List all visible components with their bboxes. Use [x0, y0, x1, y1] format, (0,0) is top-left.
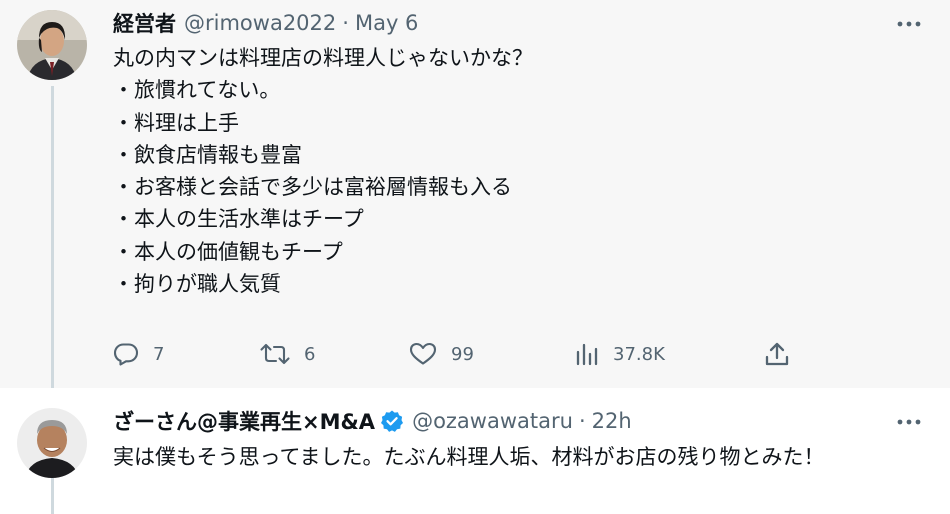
display-name[interactable]: ざーさん@事業再生×M&A [113, 406, 375, 436]
display-name[interactable]: 経営者 [113, 8, 176, 38]
tweet-text-line: ・旅慣れてない。 [113, 78, 281, 103]
avatar-ozawawataru[interactable] [17, 408, 87, 478]
views-count: 37.8K [613, 343, 665, 365]
tweet-text-line: ・本人の価値観もチープ [113, 239, 343, 264]
tweet-text: 丸の内マンは料理店の料理人じゃないかな？ ・旅慣れてない。 ・料理は上手 ・飲食… [113, 42, 913, 300]
views-icon [576, 343, 598, 366]
tweet-header: ざーさん@事業再生×M&A @ozawawataru · 22h [113, 406, 632, 436]
tweet-text-line: ・拘りが職人気質 [113, 272, 281, 297]
avatar-keieisha[interactable] [17, 10, 87, 80]
share-button[interactable] [764, 336, 790, 372]
reply-count: 7 [153, 343, 165, 365]
avatar-photo [17, 10, 87, 80]
more-icon [897, 21, 921, 27]
more-button[interactable] [894, 14, 924, 34]
separator-dot: · [342, 11, 349, 35]
thread-connector-line [51, 86, 54, 388]
user-handle[interactable]: @rimowa2022 [184, 11, 336, 35]
tweet-header: 経営者 @rimowa2022 · May 6 [113, 8, 418, 38]
tweet-text-line: ・飲食店情報も豊富 [113, 142, 302, 167]
tweet-text-line: ・料理は上手 [113, 110, 239, 135]
like-count: 99 [451, 343, 474, 365]
reply-icon [113, 343, 139, 366]
verified-badge-icon [381, 410, 404, 432]
retweet-button[interactable]: 6 [260, 336, 315, 372]
more-button[interactable] [894, 412, 924, 432]
reply-button[interactable]: 7 [113, 336, 164, 372]
separator-dot: · [578, 409, 586, 433]
user-handle[interactable]: @ozawawataru [412, 409, 573, 433]
views-button[interactable]: 37.8K [575, 336, 665, 372]
heart-icon [409, 342, 437, 365]
tweet-text-line: 丸の内マンは料理店の料理人じゃないかな？ [113, 46, 533, 70]
avatar-photo [17, 408, 87, 478]
retweet-count: 6 [304, 343, 316, 365]
tweet-text: 実は僕もそう思ってました。たぶん料理人垢、材料がお店の残り物とみた！ [113, 445, 825, 469]
tweet-timestamp[interactable]: May 6 [355, 11, 418, 35]
like-button[interactable]: 99 [409, 336, 474, 372]
tweet-timestamp[interactable]: 22h [592, 409, 632, 433]
thread-connector-line [51, 478, 54, 514]
tweet-text-line: ・お客様と会話で多少は富裕層情報も入る [113, 175, 512, 200]
retweet-icon [260, 343, 290, 365]
tweet-main[interactable]: 経営者 @rimowa2022 · May 6 丸の内マンは料理店の料理人じゃな… [0, 0, 950, 388]
tweet-text-line: ・本人の生活水準はチープ [113, 207, 364, 232]
share-icon [765, 342, 789, 366]
tweet-actions: 7 6 99 37.8K [113, 336, 803, 372]
more-icon [897, 419, 921, 425]
